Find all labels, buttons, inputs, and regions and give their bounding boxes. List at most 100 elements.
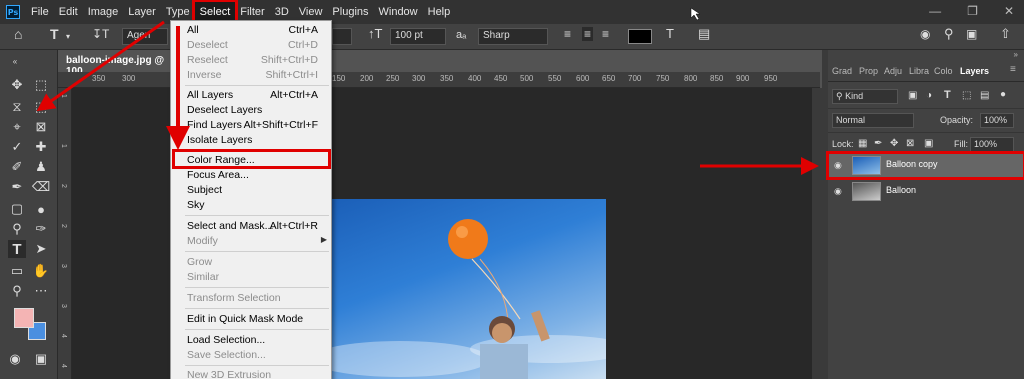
tab-gradients[interactable]: Grad: [832, 66, 852, 76]
marquee-tool-icon[interactable]: ⬚: [32, 76, 50, 94]
adjustment-filter-icon[interactable]: ◑: [926, 90, 932, 101]
menu-filter[interactable]: Filter: [235, 2, 269, 22]
move-tool-icon[interactable]: ✥: [8, 76, 26, 94]
tab-color[interactable]: Colo: [934, 66, 953, 76]
menu-type[interactable]: Type: [161, 2, 195, 22]
menu-item-deselect-layers[interactable]: Deselect Layers: [171, 103, 331, 118]
menu-item-sky[interactable]: Sky: [171, 198, 331, 213]
shape-filter-icon[interactable]: ⬚: [962, 90, 971, 101]
blend-mode-select[interactable]: Normal: [832, 113, 914, 128]
tab-libraries[interactable]: Libra: [909, 66, 929, 76]
gradient-tool-icon[interactable]: ▢: [8, 200, 26, 218]
menu-edit[interactable]: Edit: [54, 2, 83, 22]
brush-tool-icon[interactable]: ✐: [8, 158, 26, 176]
menu-plugins[interactable]: Plugins: [327, 2, 373, 22]
pixel-filter-icon[interactable]: ▣: [908, 90, 917, 101]
antialias-select[interactable]: Sharp: [478, 28, 548, 45]
fill-field[interactable]: 100%: [970, 137, 1014, 152]
object-selection-tool-icon[interactable]: ⬚: [32, 98, 50, 116]
home-icon[interactable]: ⌂: [14, 26, 22, 42]
lock-pixels-icon[interactable]: ✒: [874, 138, 882, 149]
share-icon[interactable]: ⇧: [1000, 26, 1011, 42]
workspace-icon[interactable]: ▣: [966, 27, 977, 41]
text-color-swatch[interactable]: [628, 29, 652, 44]
layer-filter-select[interactable]: ⚲ Kind: [832, 89, 898, 104]
align-center-icon[interactable]: ≡: [582, 27, 594, 41]
rectangle-tool-icon[interactable]: ▭: [8, 262, 26, 280]
crop-tool-icon[interactable]: ⌖: [8, 118, 26, 136]
tab-layers[interactable]: Layers: [960, 66, 989, 76]
smart-object-filter-icon[interactable]: ▤: [980, 90, 989, 101]
foreground-color-swatch[interactable]: [14, 308, 34, 328]
lock-artboard-icon[interactable]: ⊠: [906, 138, 914, 149]
menu-item-load-selection[interactable]: Load Selection...: [171, 333, 331, 348]
chevron-down-icon[interactable]: ▾: [66, 32, 70, 41]
menu-item-focus-area[interactable]: Focus Area...: [171, 168, 331, 183]
frame-tool-icon[interactable]: ⊠: [32, 118, 50, 136]
canvas-scrollbar[interactable]: [812, 88, 822, 379]
filter-toggle-icon[interactable]: ●: [1000, 89, 1006, 100]
pen-tool-icon[interactable]: ✑: [32, 220, 50, 238]
lock-all-icon[interactable]: ▣: [924, 138, 933, 149]
color-range-highlight: [172, 149, 331, 169]
menu-file[interactable]: File: [26, 2, 54, 22]
dodge-tool-icon[interactable]: ⚲: [8, 220, 26, 238]
stamp-tool-icon[interactable]: ♟: [32, 158, 50, 176]
type-tool-icon[interactable]: T: [8, 240, 26, 258]
font-family-field[interactable]: Agen: [122, 28, 168, 45]
menu-image[interactable]: Image: [83, 2, 124, 22]
align-right-icon[interactable]: ≡: [602, 27, 609, 41]
blur-tool-icon[interactable]: ●: [32, 200, 50, 218]
quick-mask-icon[interactable]: ◉: [6, 350, 24, 368]
lasso-tool-icon[interactable]: ⧖: [8, 98, 26, 116]
menu-item-all-layers[interactable]: All Layers Alt+Ctrl+A: [171, 88, 331, 103]
menu-item-isolate-layers[interactable]: Isolate Layers: [171, 133, 331, 148]
menu-item-find-layers[interactable]: Find Layers Alt+Shift+Ctrl+F: [171, 118, 331, 133]
search-icon[interactable]: ⚲: [944, 26, 954, 42]
layer-row-balloon[interactable]: ◉ Balloon: [828, 179, 1024, 204]
eraser-tool-icon[interactable]: ⌫: [32, 178, 50, 196]
menu-window[interactable]: Window: [374, 2, 423, 22]
character-panel-icon[interactable]: ▤: [698, 26, 710, 42]
menu-item-select-and-mask[interactable]: Select and Mask... Alt+Ctrl+R: [171, 219, 331, 234]
minimize-icon[interactable]: —: [929, 4, 941, 18]
balloon-photo[interactable]: [330, 199, 606, 379]
restore-icon[interactable]: ❐: [967, 4, 978, 18]
menu-item-quick-mask[interactable]: Edit in Quick Mask Mode: [171, 312, 331, 327]
font-style-field[interactable]: [332, 28, 352, 45]
close-icon[interactable]: ✕: [1004, 4, 1014, 18]
type-tool-icon[interactable]: T: [50, 26, 59, 42]
document-tab[interactable]: balloon-image.jpg @ 100: [58, 50, 178, 77]
lock-position-icon[interactable]: ✥: [890, 138, 898, 149]
screen-mode-icon[interactable]: ▣: [32, 350, 50, 368]
menu-help[interactable]: Help: [423, 2, 456, 22]
font-size-field[interactable]: 100 pt: [390, 28, 446, 45]
more-tools-icon[interactable]: ⋯: [32, 282, 50, 300]
history-brush-icon[interactable]: ✒: [8, 178, 26, 196]
menu-view[interactable]: View: [294, 2, 328, 22]
menu-layer[interactable]: Layer: [123, 2, 161, 22]
tab-adjustments[interactable]: Adju: [884, 66, 902, 76]
hand-tool-icon[interactable]: ✋: [32, 262, 50, 280]
lock-transparent-icon[interactable]: ▦: [858, 138, 867, 149]
menu-select[interactable]: Select: [191, 0, 239, 25]
opacity-field[interactable]: 100%: [980, 113, 1014, 128]
healing-tool-icon[interactable]: ✚: [32, 138, 50, 156]
eye-icon[interactable]: ◉: [834, 160, 842, 171]
menu-3d[interactable]: 3D: [270, 2, 294, 22]
tab-properties[interactable]: Prop: [859, 66, 878, 76]
menu-item-subject[interactable]: Subject: [171, 183, 331, 198]
toggle-orientation-icon[interactable]: ↧T: [92, 27, 109, 41]
menu-item-all[interactable]: All Ctrl+A: [171, 23, 331, 38]
path-selection-tool-icon[interactable]: ➤: [32, 240, 50, 258]
align-left-icon[interactable]: ≡: [564, 27, 571, 41]
panel-menu-icon[interactable]: ≡: [1010, 64, 1016, 75]
warp-text-icon[interactable]: Т: [666, 26, 674, 41]
eyedropper-tool-icon[interactable]: ✓: [8, 138, 26, 156]
zoom-tool-icon[interactable]: ⚲: [8, 282, 26, 300]
eye-icon[interactable]: ◉: [834, 186, 842, 197]
collapse-icon[interactable]: «: [6, 52, 24, 70]
search-people-icon[interactable]: ◉: [920, 27, 930, 41]
layer-row-balloon-copy[interactable]: ◉ Balloon copy: [826, 151, 1024, 180]
type-filter-icon[interactable]: T: [944, 89, 951, 101]
